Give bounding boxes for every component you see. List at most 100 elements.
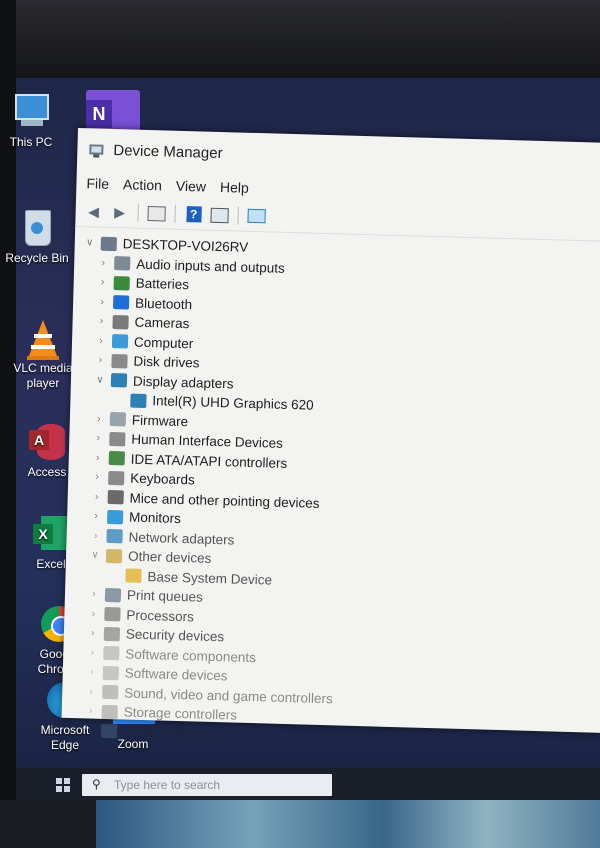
tree-category-label: Display adapters [132,373,234,392]
back-arrow-icon[interactable]: ◀ [83,201,104,222]
tree-category-label: Audio inputs and outputs [136,256,286,276]
tree-category-label: Software devices [124,665,228,684]
device-category-icon [111,334,129,349]
window-title: Device Manager [113,141,223,162]
device-manager-icon [89,144,104,158]
chevron-down-icon[interactable]: ∨ [83,237,97,249]
toolbar-separator [237,206,239,225]
menu-file[interactable]: File [86,175,109,192]
menu-help[interactable]: Help [220,179,249,196]
device-category-icon [100,724,118,739]
tree-category-label: Network adapters [128,529,235,548]
tree-category-label: Software components [125,646,257,665]
vlc-cone-icon [23,318,63,360]
device-category-icon [112,295,130,310]
chevron-right-icon[interactable]: › [90,472,104,483]
tree-category-label: Disk drives [133,353,200,371]
device-category-icon [109,412,127,427]
tree-category-label: Human Interface Devices [131,431,284,452]
desktop-icon-label: Access [27,465,67,479]
desktop-icon-vlc[interactable]: VLC media player [6,318,80,391]
chevron-right-icon[interactable]: › [85,647,99,658]
help-icon[interactable]: ? [183,204,204,225]
desktop-icon-label: Recycle Bin [5,251,69,265]
chevron-right-icon[interactable]: › [95,296,109,307]
chevron-right-icon[interactable]: › [94,335,108,346]
onenote-icon[interactable]: N [86,90,140,134]
device-category-icon [101,704,118,720]
tree-category-label: Other devices [127,548,212,567]
desktop-icon-this-pc[interactable]: This PC [0,92,68,150]
recycle-bin-icon [17,208,57,248]
desktop-icon-recycle-bin[interactable]: Recycle Bin [0,208,74,266]
tree-category-label: IDE ATA/ATAPI controllers [130,451,288,471]
tree-device-label: Intel(R) UHD Graphics 620 [152,393,314,413]
tree-category-label: Cameras [134,314,190,332]
menu-view[interactable]: View [176,178,207,195]
computer-icon [100,236,117,251]
chevron-right-icon[interactable]: › [84,706,98,717]
excel-icon: X [31,514,71,554]
chevron-down-icon[interactable]: ∨ [88,550,102,561]
chevron-right-icon[interactable]: › [87,589,101,600]
device-category-icon [114,256,131,271]
chevron-right-icon[interactable]: › [86,608,100,619]
toolbar-separator [137,203,139,222]
device-category-icon [110,373,128,388]
device-category-icon [105,548,123,564]
tree-category-label: Bluetooth [134,295,193,313]
tree-category-label: Monitors [128,509,182,527]
chevron-right-icon[interactable]: › [84,686,98,697]
device-category-icon [102,685,119,700]
search-placeholder: Type here to search [114,778,221,792]
menu-action[interactable]: Action [123,176,162,193]
chevron-right-icon[interactable]: › [92,413,106,424]
computer-icon [11,92,51,132]
device-category-icon [111,353,128,369]
chevron-right-icon[interactable]: › [96,257,110,268]
device-category-icon [108,451,125,466]
search-icon: ⚲ [92,777,101,791]
desktop-icon-label: Excel [36,557,66,571]
tree-root-label: DESKTOP-VOI26RV [122,236,249,256]
device-category-icon [104,607,121,622]
chevron-down-icon[interactable]: ∨ [93,374,107,385]
toolbar-separator [174,204,176,223]
chevron-right-icon[interactable]: › [96,277,110,288]
device-category-icon [113,275,130,291]
taskbar-search-box[interactable]: ⚲ Type here to search [82,774,332,796]
forward-arrow-icon[interactable]: ▶ [109,202,130,223]
properties-icon[interactable] [146,203,167,224]
tree-category-label: Batteries [135,275,190,293]
access-icon: A [27,422,67,462]
device-tree: ∨ DESKTOP-VOI26RV › Audio inputs and outp… [61,227,600,755]
device-category-icon [107,490,124,505]
windows-start-icon[interactable] [56,778,70,792]
device-category-icon [112,314,129,330]
device-category-icon [106,509,124,525]
chevron-right-icon[interactable]: › [94,316,108,327]
chevron-right-icon[interactable]: › [89,511,103,522]
device-category-icon [103,626,121,642]
device-category-icon [104,587,122,603]
device-category-icon [106,529,123,544]
chevron-right-icon[interactable]: › [90,491,104,502]
chevron-right-icon[interactable]: › [91,433,105,444]
tree-category-label: Firmware [131,412,189,429]
chevron-right-icon[interactable]: › [85,667,99,678]
tree-category-label: Print queues [126,587,203,605]
chevron-right-icon[interactable]: › [83,725,97,736]
desktop-icon-label: This PC [9,135,53,149]
chevron-right-icon[interactable]: › [93,355,107,366]
monitor-bezel [0,0,600,78]
update-driver-icon[interactable] [209,205,230,226]
device-category-icon [102,665,119,681]
chevron-right-icon[interactable]: › [88,530,102,541]
device-manager-window[interactable]: Device Manager File Action View Help ◀ ▶… [61,128,600,742]
device-category-icon [103,646,120,661]
chevron-right-icon[interactable]: › [91,452,105,463]
device-category-icon [109,431,126,447]
scan-hardware-monitor-icon[interactable] [246,206,267,227]
chevron-right-icon[interactable]: › [86,628,100,639]
tree-category-label: Storage controllers [123,704,238,723]
